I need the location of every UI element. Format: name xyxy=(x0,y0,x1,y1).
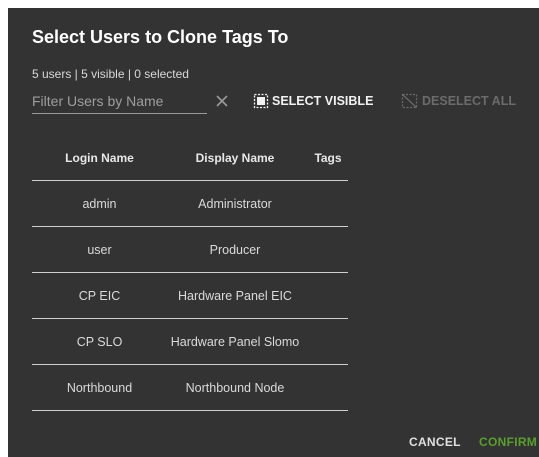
display-cell: Administrator xyxy=(198,196,272,211)
users-table: Login Name Display Name Tags admin Admin… xyxy=(32,135,348,411)
table-header: Login Name Display Name Tags xyxy=(32,135,348,181)
login-cell: user xyxy=(87,242,112,257)
display-cell: Northbound Node xyxy=(185,380,285,395)
filter-users-input[interactable] xyxy=(32,88,207,114)
tags-cell xyxy=(308,273,348,318)
selection-summary: 5 users | 5 visible | 0 selected xyxy=(32,67,189,81)
table-row[interactable]: CP EIC Hardware Panel EIC xyxy=(32,273,348,319)
tags-cell xyxy=(308,319,348,364)
login-cell: CP SLO xyxy=(76,334,123,349)
tags-cell xyxy=(308,181,348,226)
display-cell: Hardware Panel EIC xyxy=(178,288,292,303)
column-header-login[interactable]: Login Name xyxy=(32,135,167,180)
deselect-all-button[interactable]: DESELECT ALL xyxy=(401,93,516,109)
display-cell: Hardware Panel Slomo xyxy=(170,334,300,349)
table-row[interactable]: CP SLO Hardware Panel Slomo xyxy=(32,319,348,365)
login-cell: admin xyxy=(82,196,117,211)
close-icon[interactable] xyxy=(214,93,230,109)
login-cell: CP EIC xyxy=(78,288,121,303)
display-cell: Producer xyxy=(209,242,261,257)
tags-cell xyxy=(308,227,348,272)
clone-tags-dialog: Select Users to Clone Tags To 5 users | … xyxy=(8,8,539,457)
column-header-display[interactable]: Display Name xyxy=(162,135,308,180)
select-visible-button[interactable]: SELECT VISIBLE xyxy=(253,93,373,109)
deselect-icon xyxy=(401,93,418,109)
table-row[interactable]: admin Administrator xyxy=(32,181,348,227)
login-cell: Northbound xyxy=(66,380,133,395)
table-row[interactable]: Northbound Northbound Node xyxy=(32,365,348,411)
tags-cell xyxy=(308,365,348,410)
table-row[interactable]: user Producer xyxy=(32,227,348,273)
column-header-tags[interactable]: Tags xyxy=(308,135,348,180)
deselect-all-label: DESELECT ALL xyxy=(422,94,516,108)
confirm-button[interactable]: CONFIRM xyxy=(479,435,537,449)
select-all-icon xyxy=(253,93,269,109)
select-visible-label: SELECT VISIBLE xyxy=(272,94,374,108)
cancel-button[interactable]: CANCEL xyxy=(409,435,461,449)
dialog-title: Select Users to Clone Tags To xyxy=(32,27,289,47)
